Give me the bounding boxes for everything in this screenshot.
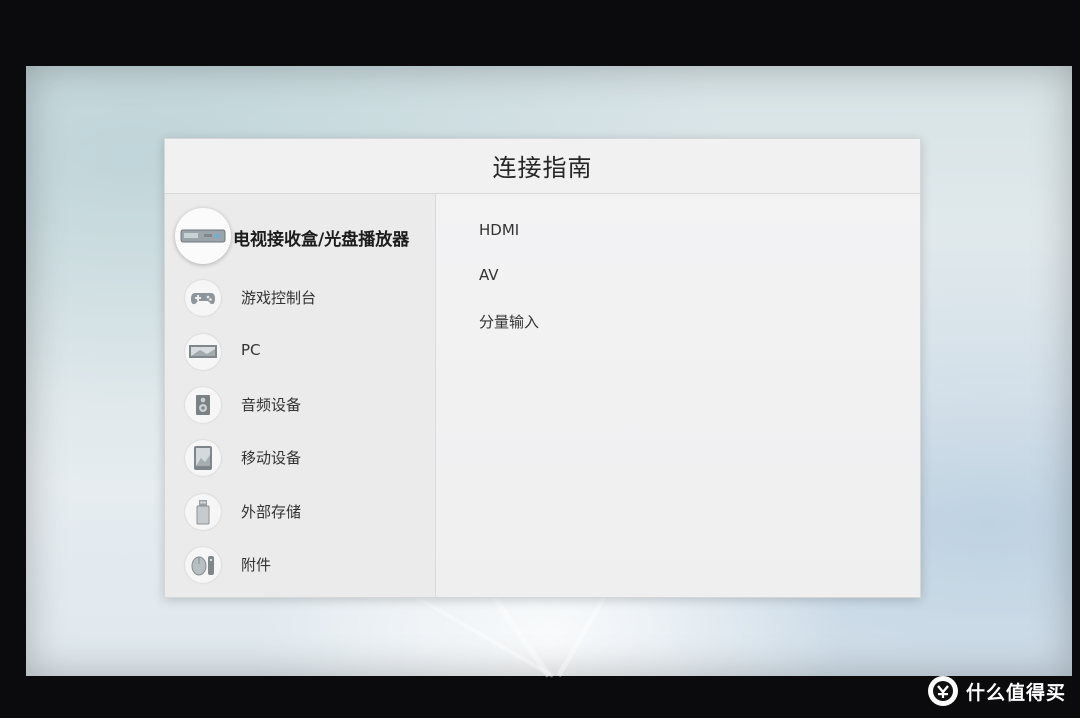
- tv-screen: 连接指南 电视接收盒/光盘播放器 游戏控制台 PC 音频设备 移动设备 外部存储…: [26, 66, 1072, 678]
- usb-drive-icon: [185, 494, 221, 530]
- device-item-set-top-box[interactable]: 电视接收盒/光盘播放器: [165, 208, 435, 270]
- watermark: 什么值得买: [927, 674, 1066, 708]
- connection-item-hdmi[interactable]: HDMI: [479, 221, 519, 239]
- device-item-game-console[interactable]: 游戏控制台: [165, 274, 435, 326]
- device-item-audio[interactable]: 音频设备: [165, 381, 435, 433]
- connection-type-list: HDMI AV 分量输入: [436, 194, 920, 597]
- dialog-title: 连接指南: [492, 154, 593, 182]
- connection-item-component[interactable]: 分量输入: [479, 311, 539, 332]
- device-item-label: PC: [241, 341, 261, 359]
- pc-icon: [185, 334, 221, 370]
- accessory-icon: [185, 547, 221, 583]
- device-category-list: 电视接收盒/光盘播放器 游戏控制台 PC 音频设备 移动设备 外部存储 附件: [165, 194, 436, 597]
- connection-guide-dialog: 连接指南 电视接收盒/光盘播放器 游戏控制台 PC 音频设备 移动设备 外部存储…: [164, 138, 921, 598]
- speaker-icon: [185, 387, 221, 423]
- device-item-label: 移动设备: [241, 449, 302, 467]
- value-logo-icon: [927, 676, 958, 706]
- device-item-label: 游戏控制台: [241, 289, 317, 307]
- gamepad-icon: [185, 280, 221, 316]
- watermark-text: 什么值得买: [965, 681, 1066, 704]
- device-item-accessory[interactable]: 附件: [165, 541, 435, 593]
- connection-item-av[interactable]: AV: [479, 266, 499, 284]
- device-item-mobile[interactable]: 移动设备: [165, 434, 435, 486]
- device-item-label: 附件: [241, 556, 272, 574]
- device-item-label: 外部存储: [241, 503, 302, 521]
- device-item-label: 电视接收盒/光盘播放器: [233, 230, 410, 250]
- mobile-device-icon: [185, 440, 221, 476]
- set-top-box-icon: [175, 208, 231, 264]
- device-item-pc[interactable]: PC: [165, 328, 435, 380]
- device-item-label: 音频设备: [241, 396, 302, 414]
- device-item-external-storage[interactable]: 外部存储: [165, 488, 435, 540]
